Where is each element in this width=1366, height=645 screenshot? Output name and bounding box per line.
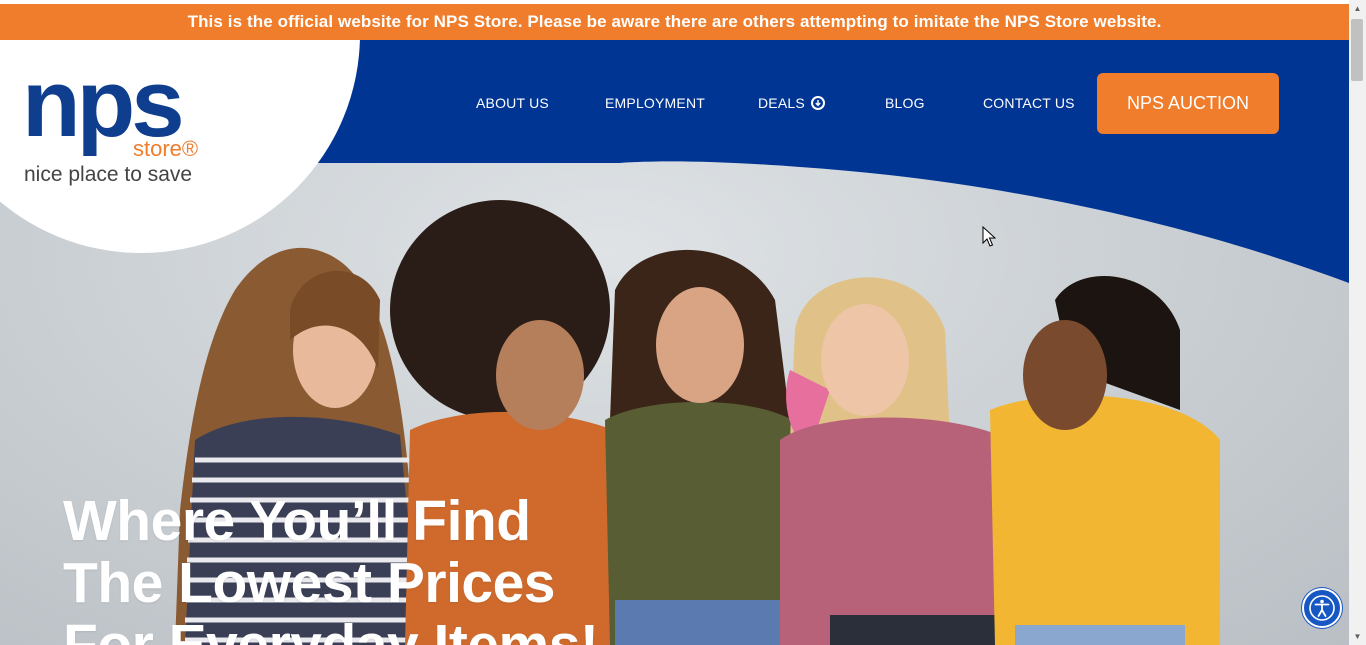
nav-contact-us[interactable]: CONTACT US (983, 73, 1075, 133)
official-site-notice-banner: This is the official website for NPS Sto… (0, 4, 1349, 40)
scroll-thumb[interactable] (1351, 19, 1363, 81)
arrow-down-circle-icon (810, 96, 825, 110)
nav-deals[interactable]: DEALS (758, 73, 825, 133)
nav-blog[interactable]: BLOG (885, 73, 925, 133)
page-scrollbar[interactable]: ▲ ▼ (1349, 0, 1366, 645)
nav-about-us[interactable]: ABOUT US (476, 73, 549, 133)
accessibility-icon (1309, 595, 1335, 621)
nps-auction-button[interactable]: NPS AUCTION (1097, 73, 1279, 134)
nps-store-logo[interactable]: nps store® nice place to save (22, 56, 232, 192)
scroll-down-arrow-icon[interactable]: ▼ (1349, 628, 1366, 645)
headline-line-2: The Lowest Prices (63, 551, 556, 615)
banner-text: This is the official website for NPS Sto… (187, 12, 1162, 31)
hero-section: nps store® nice place to save ABOUT US E… (0, 40, 1349, 645)
mouse-cursor-icon (982, 226, 996, 247)
headline-line-3: For Everyday Items! (63, 613, 599, 645)
logo-store-text: store® (133, 136, 199, 161)
headline-line-1: Where You’ll Find (63, 489, 531, 553)
nav-employment[interactable]: EMPLOYMENT (605, 73, 705, 133)
hero-headline: Where You’ll Find The Lowest Prices For … (63, 489, 599, 645)
accessibility-button[interactable] (1302, 588, 1342, 628)
nav-deals-label: DEALS (758, 95, 805, 111)
scroll-up-arrow-icon[interactable]: ▲ (1349, 0, 1366, 17)
logo-tagline: nice place to save (24, 163, 193, 186)
